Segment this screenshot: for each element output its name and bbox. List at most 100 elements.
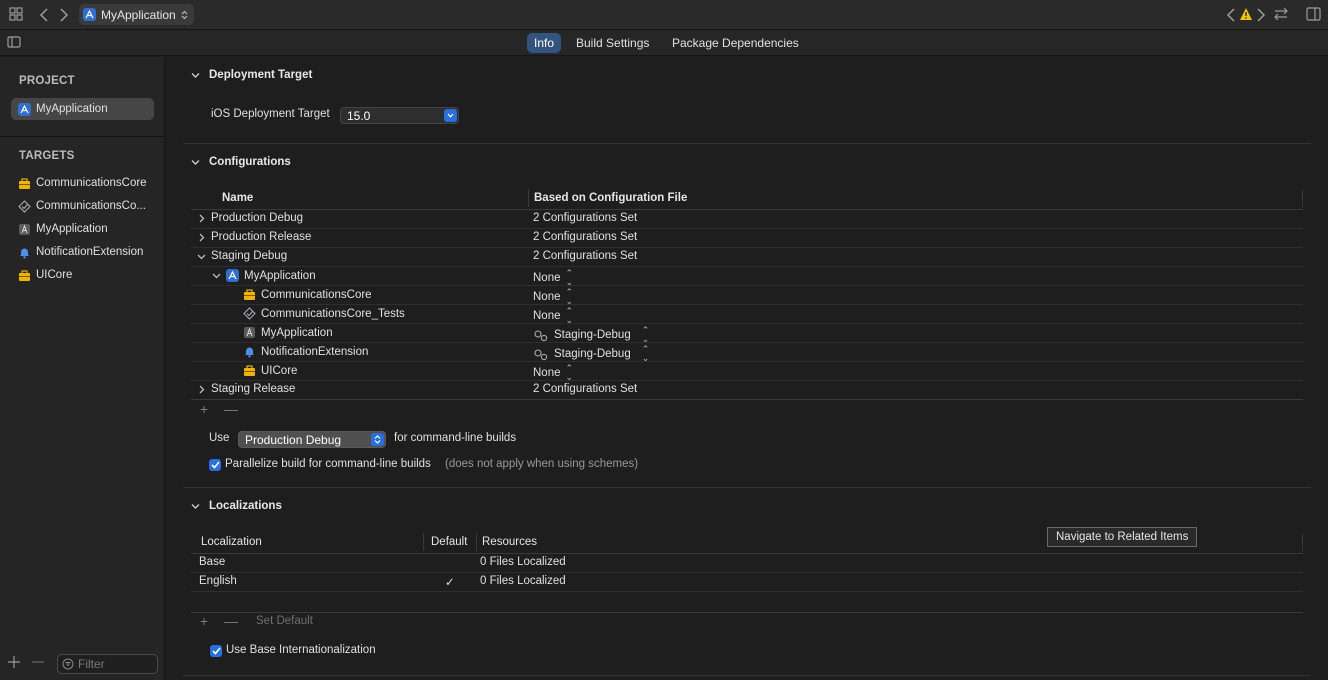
- localization-row[interactable]: English ✓ 0 Files Localized: [191, 573, 1303, 592]
- config-row-target[interactable]: CommunicationsCore None ⌃ ⌄: [191, 286, 1303, 306]
- updown-icon[interactable]: ⌃ ⌄: [642, 345, 650, 363]
- toolbox-icon: [244, 365, 255, 376]
- sidebar-item-label: MyApplication: [36, 223, 108, 235]
- project-navigator: PROJECT MyApplication TARGETS Communicat…: [0, 57, 165, 680]
- updown-icon: [181, 10, 188, 19]
- back-icon[interactable]: [38, 7, 54, 23]
- config-name: Staging Debug: [211, 250, 288, 262]
- parallelize-label[interactable]: Parallelize build for command-line build…: [225, 458, 431, 470]
- use-base-internationalization-label[interactable]: Use Base Internationalization: [226, 644, 376, 656]
- config-row-target[interactable]: UICore None ⌃ ⌄: [191, 362, 1303, 382]
- config-row-project[interactable]: MyApplication None ⌃ ⌄: [191, 267, 1303, 287]
- scheme-selector[interactable]: MyApplication: [79, 4, 194, 25]
- column-separator: [1302, 189, 1303, 207]
- remove-configuration-icon[interactable]: —: [224, 401, 238, 417]
- inspector-icon[interactable]: [1306, 7, 1322, 23]
- config-name: Staging Release: [211, 383, 296, 395]
- toolbox-icon: [244, 289, 255, 300]
- grid-icon[interactable]: [9, 7, 25, 23]
- sidebar-item-target[interactable]: CommunicationsCo...: [11, 195, 154, 217]
- bell-icon: [20, 248, 29, 258]
- section-deployment-target[interactable]: Deployment Target: [191, 69, 312, 81]
- updown-icon[interactable]: ⌃ ⌄: [566, 364, 574, 382]
- column-based-on[interactable]: Based on Configuration File: [534, 192, 687, 204]
- config-value[interactable]: Staging-Debug: [554, 348, 631, 360]
- localization-name: Base: [199, 556, 226, 568]
- config-row[interactable]: Production Debug 2 Configurations Set: [191, 210, 1303, 229]
- add-configuration-icon[interactable]: +: [200, 401, 208, 417]
- use-base-internationalization-checkbox[interactable]: [210, 645, 222, 657]
- config-value[interactable]: Staging-Debug: [554, 329, 631, 341]
- config-value: 2 Configurations Set: [533, 383, 638, 395]
- config-value[interactable]: None: [533, 310, 561, 322]
- config-row-target[interactable]: NotificationExtension Staging-Debug ⌃ ⌄: [191, 343, 1303, 363]
- config-value[interactable]: None: [533, 291, 561, 303]
- toolbox-icon: [19, 269, 30, 281]
- config-value[interactable]: None: [533, 367, 561, 379]
- sidebar-toggle-icon[interactable]: [7, 36, 23, 52]
- section-localizations[interactable]: Localizations: [191, 500, 282, 512]
- column-name[interactable]: Name: [222, 192, 253, 204]
- config-row[interactable]: Staging Release 2 Configurations Set: [191, 381, 1303, 400]
- chevron-right-icon[interactable]: [197, 385, 206, 394]
- localization-row[interactable]: Base 0 Files Localized: [191, 554, 1303, 573]
- config-row[interactable]: Staging Debug 2 Configurations Set: [191, 248, 1303, 267]
- next-issue-icon[interactable]: [1256, 7, 1272, 23]
- filter-placeholder: Filter: [78, 657, 105, 671]
- localization-name: English: [199, 575, 237, 587]
- chevron-down-icon[interactable]: [212, 271, 221, 280]
- config-name: Production Release: [211, 231, 312, 243]
- config-value: 2 Configurations Set: [533, 231, 638, 243]
- add-target-icon[interactable]: [7, 655, 21, 669]
- updown-icon[interactable]: ⌃ ⌄: [642, 326, 650, 344]
- filter-field[interactable]: Filter: [57, 654, 158, 674]
- config-value[interactable]: None: [533, 272, 561, 284]
- chevron-down-icon[interactable]: [197, 252, 206, 261]
- warning-icon[interactable]: [1239, 7, 1255, 23]
- parallelize-note: (does not apply when using schemes): [445, 458, 639, 470]
- test-diamond-icon: [243, 307, 256, 320]
- project-editor: Deployment Target iOS Deployment Target …: [166, 57, 1328, 680]
- use-label: Use: [209, 432, 230, 444]
- config-name: NotificationExtension: [261, 345, 369, 358]
- sidebar-item-target[interactable]: UICore: [11, 264, 154, 286]
- column-default[interactable]: Default: [431, 536, 467, 548]
- column-resources[interactable]: Resources: [482, 536, 537, 548]
- column-localization[interactable]: Localization: [201, 536, 262, 548]
- forward-icon[interactable]: [58, 7, 74, 23]
- updown-icon: [371, 433, 384, 446]
- config-row-target[interactable]: CommunicationsCore_Tests None ⌃ ⌄: [191, 305, 1303, 325]
- chevron-right-icon[interactable]: [197, 214, 206, 223]
- remove-localization-icon[interactable]: —: [224, 613, 238, 629]
- add-localization-icon[interactable]: +: [200, 613, 208, 629]
- config-row-target[interactable]: MyApplication Staging-Debug ⌃ ⌄: [191, 324, 1303, 344]
- sidebar-item-project[interactable]: MyApplication: [11, 98, 154, 120]
- config-row[interactable]: Production Release 2 Configurations Set: [191, 229, 1303, 248]
- parallelize-checkbox[interactable]: [209, 459, 221, 471]
- section-configurations[interactable]: Configurations: [191, 156, 291, 168]
- command-line-config-value: Production Debug: [245, 432, 342, 447]
- disclosure-down-icon: [191, 503, 200, 509]
- tab-package-dependencies[interactable]: Package Dependencies: [665, 33, 806, 53]
- command-line-config-popup[interactable]: Production Debug: [238, 431, 386, 448]
- localization-default: ✓: [445, 577, 455, 589]
- chevron-right-icon[interactable]: [197, 233, 206, 242]
- sidebar-item-target[interactable]: MyApplication: [11, 218, 154, 240]
- divider: [183, 675, 1311, 676]
- deployment-target-popup[interactable]: 15.0: [340, 107, 459, 124]
- swap-icon[interactable]: [1273, 7, 1289, 23]
- tab-info[interactable]: Info: [527, 33, 562, 53]
- project-header: PROJECT: [19, 75, 75, 87]
- tab-build-settings[interactable]: Build Settings: [569, 33, 656, 53]
- updown-icon[interactable]: ⌃ ⌄: [566, 307, 574, 325]
- set-default-button[interactable]: Set Default: [256, 615, 313, 627]
- updown-icon[interactable]: ⌃ ⌄: [566, 269, 574, 287]
- updown-icon[interactable]: ⌃ ⌄: [566, 288, 574, 306]
- remove-target-icon[interactable]: [31, 655, 45, 669]
- use-suffix-label: for command-line builds: [394, 432, 517, 444]
- sidebar-item-label: UICore: [36, 269, 73, 281]
- config-name: Production Debug: [211, 212, 304, 224]
- sidebar-item-target[interactable]: CommunicationsCore: [11, 172, 154, 194]
- sidebar-item-target[interactable]: NotificationExtension: [11, 241, 154, 263]
- sidebar-item-label: NotificationExtension: [36, 246, 144, 258]
